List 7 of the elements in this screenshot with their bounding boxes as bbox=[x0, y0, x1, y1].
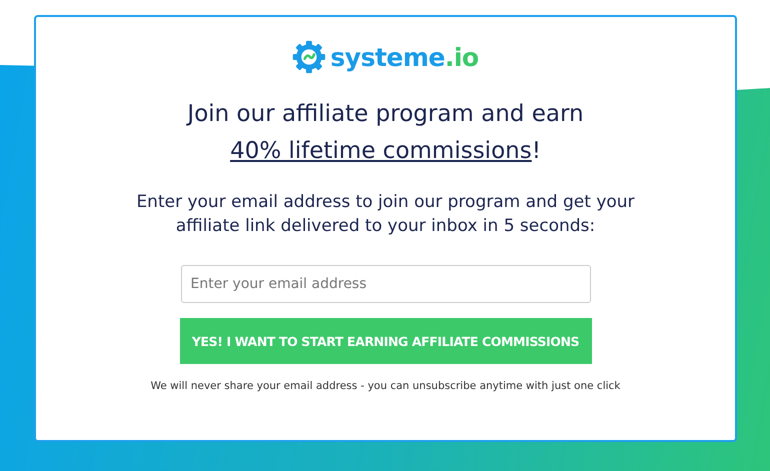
commissions-link[interactable]: 40% lifetime commissions bbox=[230, 138, 532, 164]
logo-text: systeme.io bbox=[330, 42, 479, 72]
heading: Join our affiliate program and earn 40% lifetime commissions! bbox=[187, 100, 584, 166]
email-field[interactable]: Enter your email address bbox=[180, 265, 590, 303]
privacy-note: We will never share your email address - you can unsubscribe anytime with just one click bbox=[150, 380, 620, 392]
gear-logo-icon bbox=[292, 40, 326, 74]
intro-text: Enter your email address to join our program and get your affiliate link delivered to your inbox in 5 seconds: bbox=[135, 191, 636, 238]
